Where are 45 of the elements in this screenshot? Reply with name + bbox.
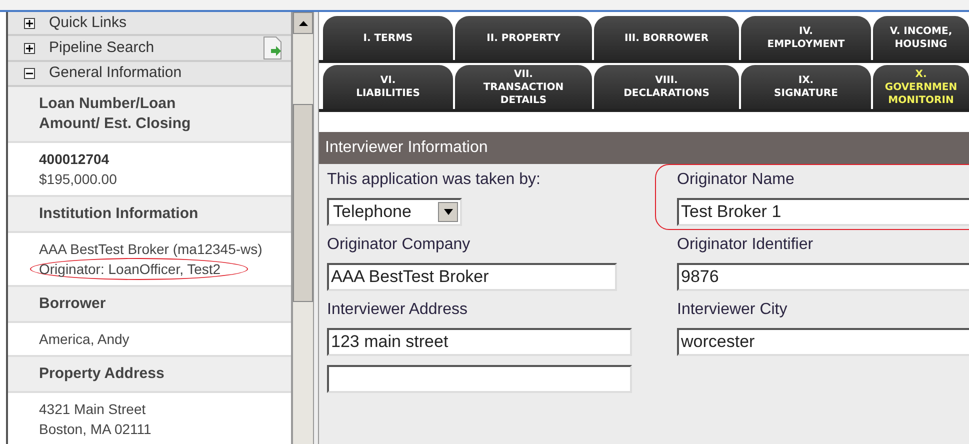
text-field[interactable]: 123 main street — [327, 328, 632, 356]
field-label: Originator Name — [677, 170, 796, 190]
section-tab[interactable]: VIII. DECLARATIONS — [594, 65, 739, 109]
field-label: Interviewer City — [677, 300, 788, 320]
caret-icon — [438, 202, 458, 222]
form-header: Interviewer Information — [319, 132, 969, 164]
expand-icon[interactable] — [24, 42, 35, 54]
field-label: This application was taken by: — [327, 170, 542, 190]
section-tab[interactable]: III. BORROWER — [594, 16, 739, 60]
field-label: Originator Identifier — [677, 235, 814, 255]
info-text: AAA BestTest Broker (ma12345-ws) — [39, 240, 264, 258]
field-label: Interviewer Address — [327, 300, 469, 320]
contact-method-dropdown[interactable]: Telephone — [327, 198, 462, 226]
field-label: Originator Company — [327, 235, 472, 255]
section-heading: Loan Number/Loan Amount/ Est. Closing — [8, 86, 291, 142]
text-field[interactable]: AAA BestTest Broker — [327, 263, 617, 291]
info-text: Boston, MA 02111 — [39, 420, 152, 438]
scrollbar[interactable] — [293, 12, 313, 444]
text-field[interactable]: 9876 — [677, 263, 969, 291]
info-text: 4321 Main Street — [39, 400, 147, 418]
scroll-up-icon[interactable] — [298, 20, 308, 26]
collapse-icon[interactable] — [24, 68, 35, 79]
section-heading: Institution Information — [8, 196, 291, 232]
info-text: America, Andy — [39, 330, 130, 348]
section-tab[interactable]: VII. TRANSACTION DETAILS — [455, 65, 592, 109]
section-heading: Borrower — [8, 286, 291, 322]
section-heading: Property Address — [8, 356, 291, 392]
section-tab[interactable]: IV. EMPLOYMENT — [741, 16, 871, 60]
nav-item[interactable]: General Information — [8, 62, 291, 86]
text-field[interactable]: worcester — [677, 328, 969, 356]
expand-icon[interactable] — [24, 18, 35, 28]
text-field[interactable] — [327, 365, 632, 393]
section-tab[interactable]: I. TERMS — [323, 16, 453, 60]
text-field[interactable]: Test Broker 1 — [677, 198, 969, 226]
nav-item[interactable]: Quick Links — [8, 12, 291, 36]
section-tab[interactable]: II. PROPERTY — [455, 16, 592, 60]
info-text: 400012704 — [39, 150, 110, 168]
info-text: $195,000.00 — [39, 170, 118, 188]
document-arrow-icon[interactable] — [263, 36, 283, 60]
section-tab[interactable]: VI. LIABILITIES — [323, 65, 453, 109]
info-text: Originator: LoanOfficer, Test2 — [39, 260, 222, 278]
section-tab[interactable]: X. GOVERNMEN MONITORIN — [873, 65, 969, 109]
nav-item[interactable]: Pipeline Search — [8, 36, 291, 62]
section-tab[interactable]: IX. SIGNATURE — [741, 65, 871, 109]
section-tab[interactable]: V. INCOME, HOUSING — [873, 16, 969, 60]
